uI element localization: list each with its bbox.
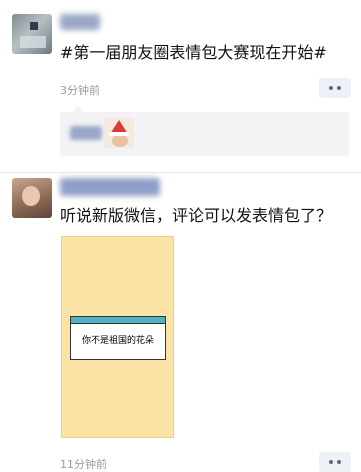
post-timestamp: 11分钟前	[60, 458, 107, 471]
dialog-box: 你不是祖国的花朵	[70, 316, 166, 360]
post-text: 听说新版微信，评论可以发表情包了？	[60, 206, 333, 225]
santa-hat-sticker-icon[interactable]	[104, 118, 134, 148]
dialog-text: 你不是祖国的花朵	[81, 336, 154, 346]
more-actions-button[interactable]	[319, 452, 351, 472]
username-blurred[interactable]	[60, 178, 160, 196]
avatar[interactable]	[12, 14, 52, 54]
comment-area	[60, 106, 349, 156]
meme-image[interactable]: 你不是祖国的花朵	[61, 236, 174, 438]
commenter-name-blurred[interactable]	[70, 126, 102, 140]
moments-post-2: 听说新版微信，评论可以发表情包了？ 你不是祖国的花朵 11分钟前	[0, 172, 361, 472]
moments-post-1: #第一届朋友圈表情包大赛现在开始# 3分钟前	[0, 0, 361, 172]
avatar[interactable]	[12, 178, 52, 218]
ellipsis-icon	[329, 460, 333, 464]
post-text: #第一届朋友圈表情包大赛现在开始#	[60, 43, 327, 62]
ellipsis-icon	[329, 86, 333, 90]
post-timestamp: 3分钟前	[60, 84, 100, 97]
more-actions-button[interactable]	[319, 78, 351, 98]
dialog-title-bar	[71, 317, 165, 324]
username-blurred[interactable]	[60, 14, 100, 30]
